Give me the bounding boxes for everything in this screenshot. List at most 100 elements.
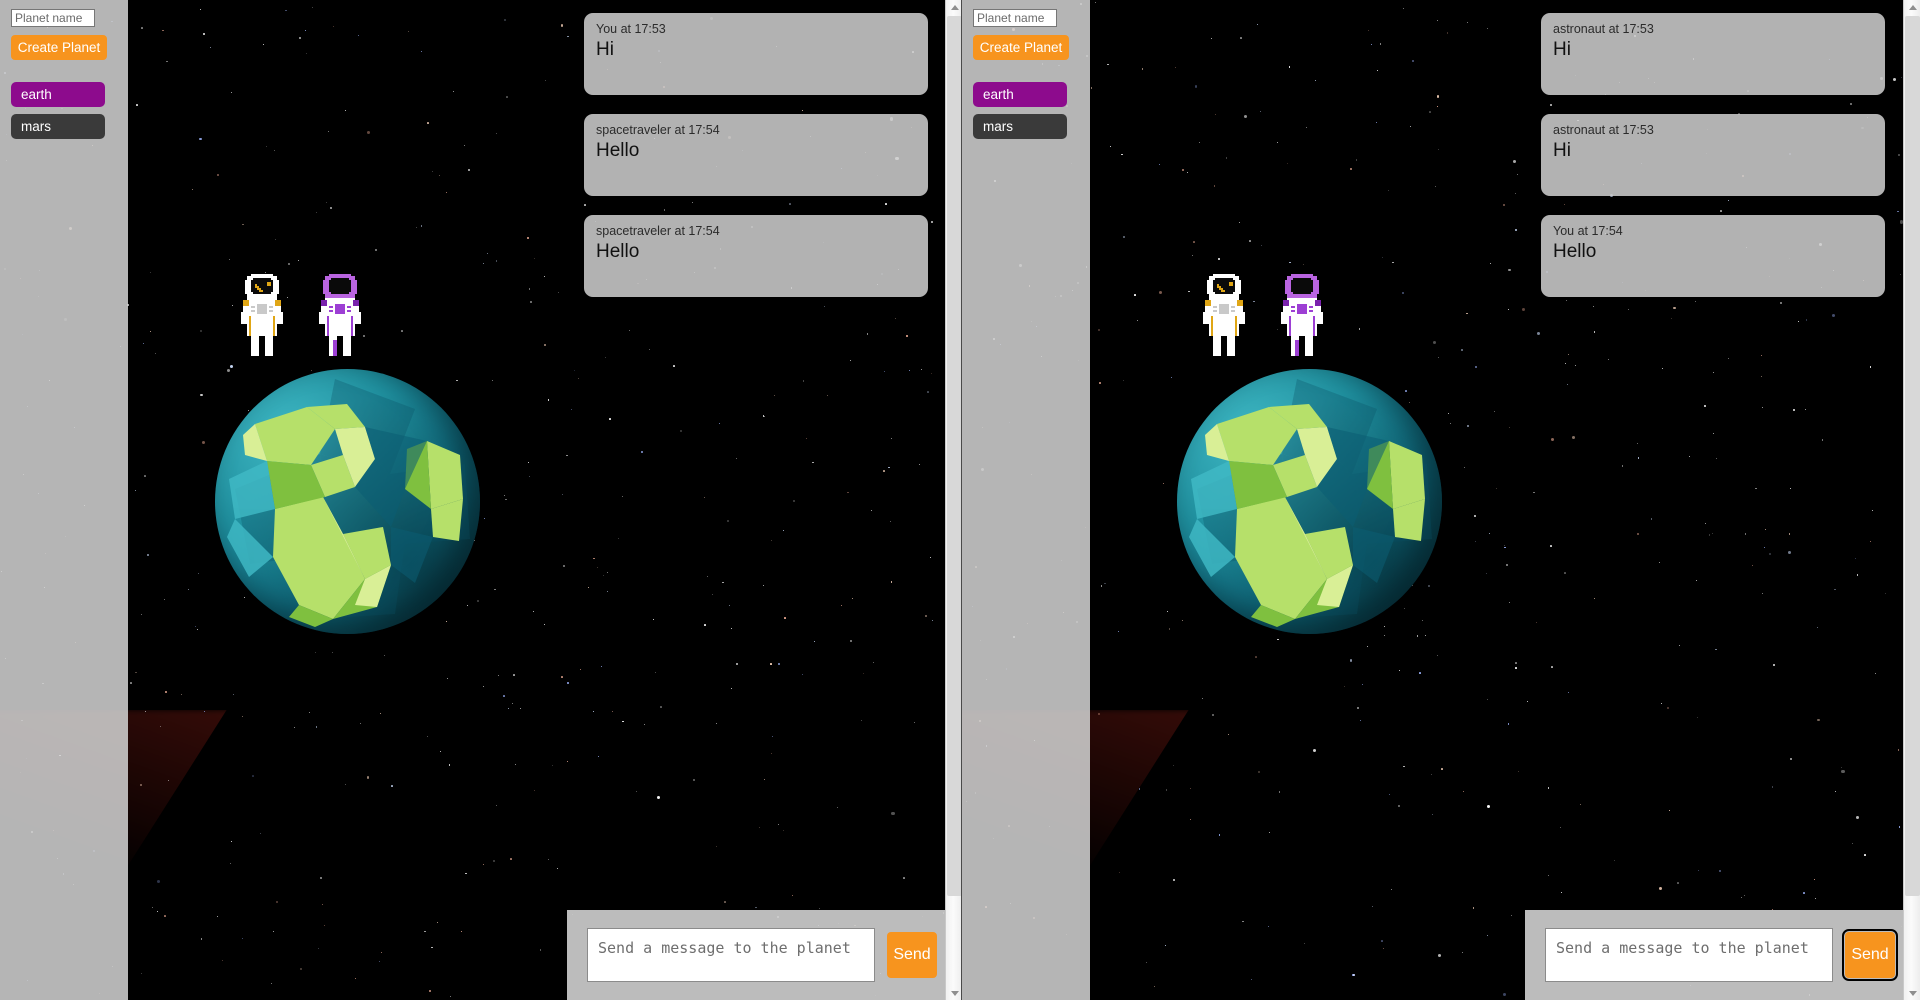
star bbox=[1659, 562, 1661, 564]
star bbox=[446, 192, 447, 194]
star bbox=[1613, 859, 1615, 861]
star bbox=[276, 901, 279, 904]
star bbox=[777, 823, 779, 825]
star bbox=[1789, 758, 1792, 761]
star bbox=[1487, 805, 1491, 809]
message-body: Hi bbox=[1553, 140, 1571, 161]
star bbox=[1258, 771, 1261, 774]
star bbox=[890, 521, 892, 522]
star bbox=[1715, 648, 1717, 651]
star bbox=[1502, 992, 1506, 996]
star bbox=[308, 711, 310, 713]
star bbox=[1175, 66, 1176, 68]
star bbox=[1533, 491, 1535, 494]
star bbox=[134, 490, 136, 492]
scroll-up-arrow-icon[interactable] bbox=[1904, 0, 1920, 14]
star bbox=[275, 238, 276, 240]
star bbox=[851, 598, 853, 600]
star bbox=[1718, 869, 1721, 872]
star bbox=[1897, 153, 1900, 156]
star bbox=[327, 131, 329, 133]
star bbox=[492, 859, 495, 862]
star bbox=[1383, 947, 1385, 949]
star bbox=[323, 924, 325, 926]
star bbox=[221, 959, 223, 961]
scrollbar-thumb[interactable] bbox=[947, 16, 962, 896]
star bbox=[604, 357, 606, 358]
star bbox=[1473, 514, 1476, 518]
star bbox=[242, 223, 244, 226]
star bbox=[891, 437, 893, 439]
star bbox=[618, 537, 619, 539]
star bbox=[1193, 241, 1195, 243]
earth-planet-icon bbox=[215, 369, 480, 634]
star bbox=[311, 7, 313, 9]
star bbox=[1446, 32, 1449, 34]
star bbox=[532, 610, 534, 612]
star bbox=[1486, 934, 1489, 936]
star bbox=[724, 901, 726, 903]
star bbox=[1834, 791, 1836, 793]
star bbox=[1239, 221, 1241, 223]
star bbox=[482, 686, 484, 688]
planet-name-input[interactable] bbox=[11, 9, 95, 27]
message-input[interactable] bbox=[587, 928, 875, 982]
star bbox=[162, 29, 164, 32]
star bbox=[1593, 331, 1596, 333]
star bbox=[526, 237, 529, 240]
star bbox=[566, 454, 568, 457]
planet-name-input[interactable] bbox=[973, 9, 1057, 27]
planet-list-item-earth[interactable]: earth bbox=[11, 82, 105, 107]
message-input[interactable] bbox=[1545, 928, 1833, 982]
star bbox=[1119, 871, 1121, 873]
create-planet-button[interactable]: Create Planet bbox=[11, 35, 107, 60]
star bbox=[197, 629, 199, 631]
star bbox=[872, 662, 874, 664]
scroll-down-arrow-icon[interactable] bbox=[946, 986, 962, 1000]
star bbox=[1550, 438, 1554, 442]
star bbox=[360, 722, 362, 724]
planet-list-item-mars[interactable]: mars bbox=[11, 114, 105, 139]
create-planet-button[interactable]: Create Planet bbox=[973, 35, 1069, 60]
star bbox=[1436, 105, 1439, 108]
star bbox=[861, 719, 862, 721]
star bbox=[673, 365, 675, 367]
scrollbar-thumb[interactable] bbox=[1905, 16, 1920, 896]
star bbox=[506, 96, 508, 98]
star bbox=[1821, 439, 1823, 441]
left-pane-scrollbar[interactable] bbox=[945, 0, 962, 1000]
star bbox=[730, 688, 732, 690]
star bbox=[344, 784, 346, 786]
star bbox=[802, 380, 804, 382]
star bbox=[1834, 588, 1836, 591]
star bbox=[449, 996, 451, 997]
star bbox=[1384, 635, 1386, 637]
star bbox=[1526, 701, 1528, 702]
planet-list-item-earth[interactable]: earth bbox=[973, 82, 1067, 107]
send-button[interactable]: Send bbox=[887, 932, 937, 978]
star bbox=[448, 764, 450, 766]
planet-list-item-mars[interactable]: mars bbox=[973, 114, 1067, 139]
star bbox=[1564, 363, 1566, 365]
star bbox=[1419, 672, 1421, 674]
star bbox=[1257, 23, 1259, 25]
scroll-down-arrow-icon[interactable] bbox=[1904, 986, 1920, 1000]
star bbox=[813, 640, 816, 643]
send-button[interactable]: Send bbox=[1842, 929, 1898, 981]
star bbox=[1370, 44, 1372, 46]
star bbox=[358, 34, 360, 36]
star bbox=[1760, 375, 1762, 377]
star bbox=[439, 174, 441, 176]
star bbox=[1668, 809, 1671, 812]
star bbox=[593, 710, 595, 712]
star bbox=[1814, 898, 1816, 900]
right-pane-scrollbar[interactable] bbox=[1903, 0, 1920, 1000]
star bbox=[1852, 842, 1853, 844]
star bbox=[680, 430, 683, 433]
star bbox=[597, 567, 599, 569]
star bbox=[1191, 255, 1193, 257]
star bbox=[552, 765, 554, 766]
star bbox=[1410, 126, 1412, 128]
star bbox=[140, 972, 142, 974]
scroll-up-arrow-icon[interactable] bbox=[946, 0, 962, 14]
